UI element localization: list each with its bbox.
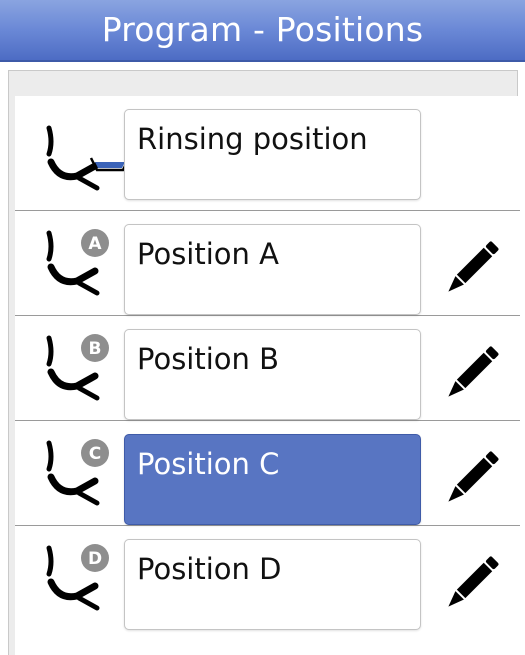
- badge-letter: B: [89, 339, 102, 359]
- position-row-c: C Position C: [15, 421, 520, 526]
- badge-letter: C: [89, 444, 101, 464]
- position-name-field-selected[interactable]: Position C: [124, 434, 421, 525]
- pencil-icon[interactable]: [443, 554, 499, 614]
- title-bar: Program - Positions: [0, 0, 525, 62]
- pencil-icon[interactable]: [443, 449, 499, 509]
- badge-letter: D: [88, 549, 102, 569]
- position-label: Rinsing position: [137, 122, 368, 156]
- position-row-a: A Position A: [15, 211, 520, 316]
- position-name-field[interactable]: Rinsing position: [124, 109, 421, 200]
- position-row-d: D Position D: [15, 526, 520, 631]
- position-row-rinsing: Rinsing position: [15, 96, 520, 211]
- position-name-field[interactable]: Position B: [124, 329, 421, 420]
- position-label: Position A: [137, 237, 279, 271]
- position-name-field[interactable]: Position D: [124, 539, 421, 630]
- position-row-b: B Position B: [15, 316, 520, 421]
- position-label: Position D: [137, 552, 282, 586]
- chair-rinse-icon: [46, 125, 131, 191]
- page-title: Program - Positions: [101, 10, 424, 49]
- chair-position-d-icon: D: [46, 544, 109, 611]
- position-label: Position B: [137, 342, 280, 376]
- chair-position-a-icon: A: [46, 229, 109, 296]
- position-name-field[interactable]: Position A: [124, 224, 421, 315]
- pencil-icon[interactable]: [443, 239, 499, 299]
- pencil-icon[interactable]: [443, 344, 499, 404]
- chair-position-b-icon: B: [46, 334, 109, 401]
- position-label: Position C: [137, 447, 280, 481]
- chair-position-c-icon: C: [46, 439, 109, 506]
- badge-letter: A: [88, 234, 102, 254]
